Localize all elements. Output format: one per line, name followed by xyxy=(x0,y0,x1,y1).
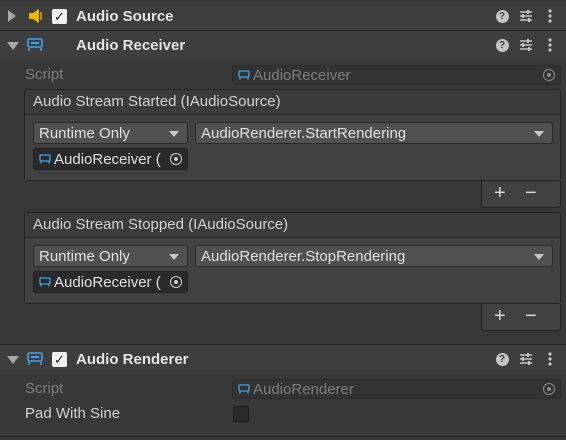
event-title: Audio Stream Started (IAudioSource) xyxy=(33,93,281,110)
event-header: Audio Stream Started (IAudioSource) xyxy=(25,90,560,115)
script-icon xyxy=(39,277,51,287)
audio-receiver-header[interactable]: Audio Receiver ? xyxy=(0,30,566,60)
dropdown-arrow-icon xyxy=(534,254,544,260)
presets-icon[interactable] xyxy=(518,37,534,53)
object-picker-icon[interactable] xyxy=(170,276,182,288)
bottom-divider xyxy=(0,436,566,437)
script-field: AudioReceiver xyxy=(232,65,561,85)
speaker-icon xyxy=(29,9,42,23)
audio-source-header[interactable]: ✓ Audio Source ? xyxy=(0,2,566,31)
more-icon[interactable] xyxy=(542,8,558,24)
event-add-remove-bar: + − xyxy=(481,181,561,208)
object-picker-icon xyxy=(543,69,555,81)
audio-renderer-header[interactable]: ✓ Audio Renderer ? xyxy=(0,344,566,374)
dropdown-arrow-icon xyxy=(169,131,179,137)
unity-event-stopped: Audio Stream Stopped (IAudioSource) Runt… xyxy=(24,212,561,304)
component-title: Audio Receiver xyxy=(76,37,186,54)
function-dropdown[interactable]: AudioRenderer.StartRendering xyxy=(195,122,553,144)
function-dropdown[interactable]: AudioRenderer.StopRendering xyxy=(195,245,553,267)
more-icon[interactable] xyxy=(542,351,558,367)
event-header: Audio Stream Stopped (IAudioSource) xyxy=(25,213,560,238)
presets-icon[interactable] xyxy=(518,8,534,24)
target-object-field[interactable]: AudioReceiver ( xyxy=(33,148,188,170)
call-mode-dropdown[interactable]: Runtime Only xyxy=(33,245,188,267)
remove-listener-button[interactable]: − xyxy=(525,305,537,327)
script-icon xyxy=(39,154,51,164)
event-listener-row: Runtime Only AudioRenderer.StartRenderin… xyxy=(25,115,560,180)
object-picker-icon[interactable] xyxy=(170,153,182,165)
target-object-value: AudioReceiver ( xyxy=(54,274,161,291)
presets-icon[interactable] xyxy=(518,351,534,367)
script-icon xyxy=(238,384,250,394)
component-title: Audio Renderer xyxy=(76,351,189,368)
script-label: Script xyxy=(25,66,64,83)
foldout-arrow-icon[interactable] xyxy=(7,356,19,364)
help-icon[interactable]: ? xyxy=(494,8,510,24)
script-field: AudioRenderer xyxy=(232,379,561,399)
script-value: AudioRenderer xyxy=(253,381,354,398)
audio-renderer-enabled-checkbox[interactable]: ✓ xyxy=(52,352,67,367)
remove-listener-button[interactable]: − xyxy=(525,182,537,204)
call-mode-dropdown[interactable]: Runtime Only xyxy=(33,122,188,144)
target-object-field[interactable]: AudioReceiver ( xyxy=(33,271,188,293)
add-listener-button[interactable]: + xyxy=(494,182,506,204)
foldout-arrow-icon[interactable] xyxy=(7,42,19,50)
foldout-arrow-icon[interactable] xyxy=(8,10,16,22)
target-object-value: AudioReceiver ( xyxy=(54,151,161,168)
script-value: AudioReceiver xyxy=(253,67,351,84)
event-listener-row: Runtime Only AudioRenderer.StopRendering… xyxy=(25,238,560,303)
dropdown-arrow-icon xyxy=(169,254,179,260)
event-add-remove-bar: + − xyxy=(481,304,561,331)
script-icon xyxy=(27,352,43,365)
pad-with-sine-checkbox[interactable] xyxy=(233,406,249,422)
help-icon[interactable]: ? xyxy=(494,37,510,53)
event-title: Audio Stream Stopped (IAudioSource) xyxy=(33,216,289,233)
add-listener-button[interactable]: + xyxy=(494,305,506,327)
more-icon[interactable] xyxy=(542,37,558,53)
pad-with-sine-label: Pad With Sine xyxy=(25,405,121,422)
component-title: Audio Source xyxy=(76,8,174,25)
script-icon xyxy=(238,70,250,80)
script-icon xyxy=(27,38,43,51)
unity-event-started: Audio Stream Started (IAudioSource) Runt… xyxy=(24,89,561,181)
audio-source-enabled-checkbox[interactable]: ✓ xyxy=(52,9,67,24)
object-picker-icon xyxy=(543,383,555,395)
dropdown-arrow-icon xyxy=(534,131,544,137)
help-icon[interactable]: ? xyxy=(494,351,510,367)
script-label: Script xyxy=(25,380,64,397)
